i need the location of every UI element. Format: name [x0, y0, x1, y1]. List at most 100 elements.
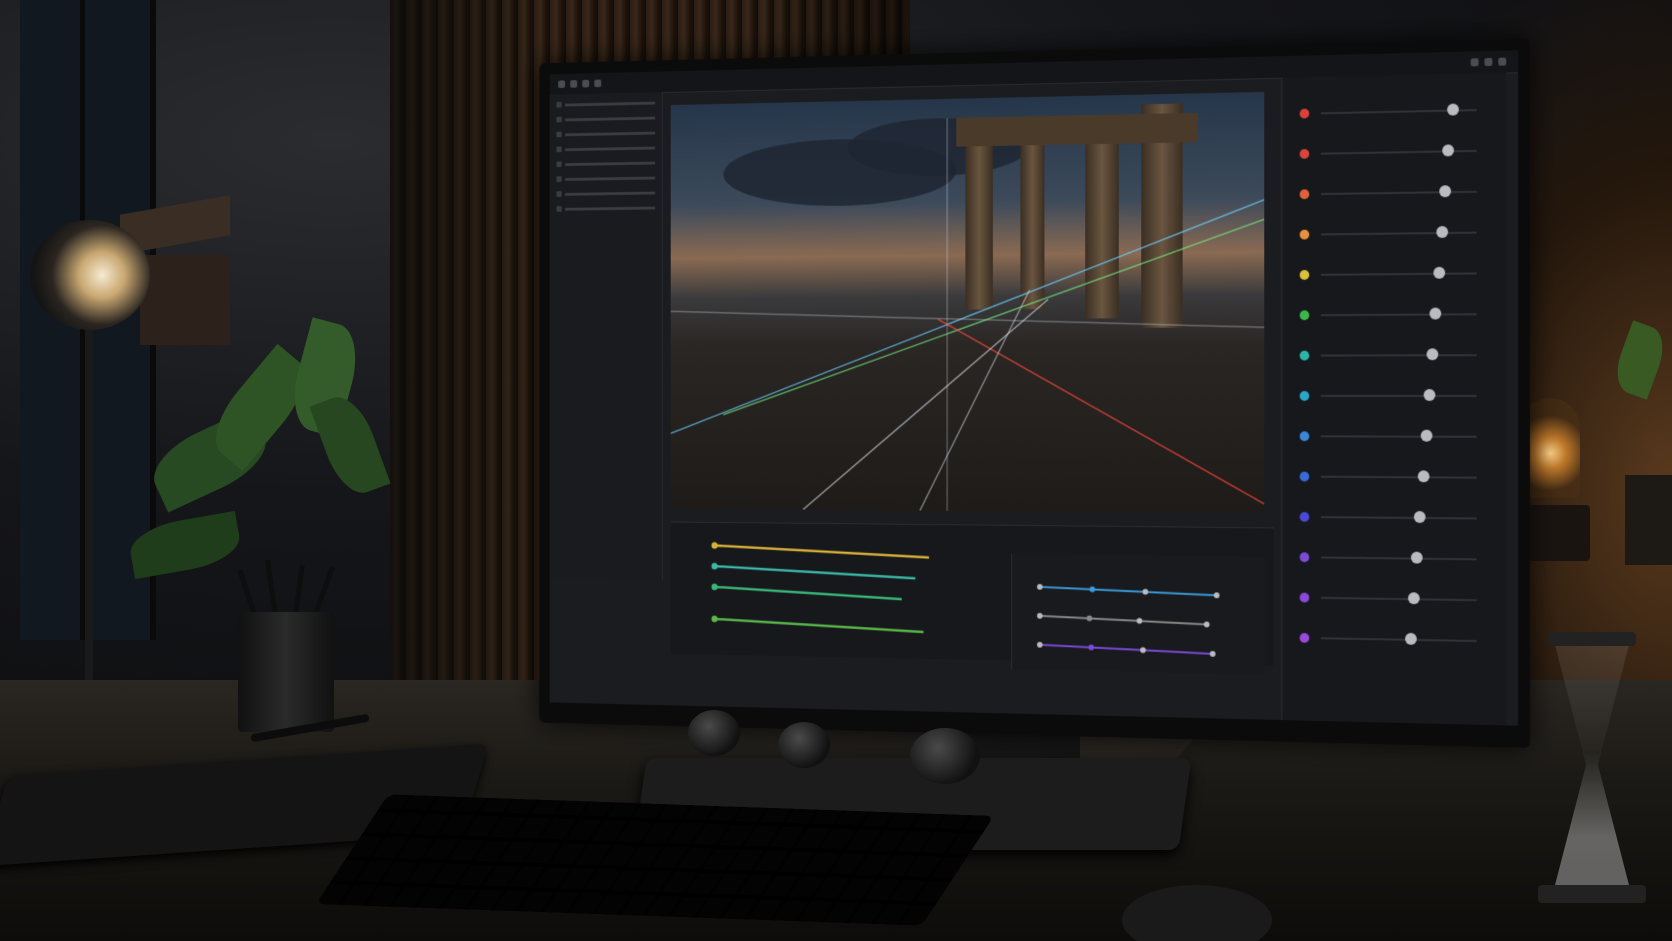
layer-icon — [556, 101, 562, 108]
layer-row[interactable] — [556, 143, 656, 154]
parameter-row[interactable] — [1299, 144, 1495, 161]
parameter-row[interactable] — [1299, 591, 1495, 608]
slider-knob[interactable] — [1414, 511, 1426, 524]
tool-icon[interactable] — [570, 80, 578, 88]
slider-track[interactable] — [1320, 596, 1477, 602]
slider-knob[interactable] — [1447, 103, 1459, 116]
hourglass-base — [1538, 885, 1646, 903]
desk-scene — [0, 0, 1672, 941]
slider-knob[interactable] — [1423, 389, 1436, 401]
maximize-icon[interactable] — [1484, 57, 1493, 67]
parameter-row[interactable] — [1299, 185, 1495, 202]
minimize-icon[interactable] — [1470, 58, 1479, 67]
slider-knob[interactable] — [1408, 592, 1420, 605]
slider-knob[interactable] — [1433, 266, 1445, 279]
color-swatch — [1299, 511, 1310, 522]
tool-icon[interactable] — [594, 79, 602, 88]
keyframe[interactable] — [711, 615, 718, 623]
slider-track[interactable] — [1320, 394, 1477, 397]
image-viewer[interactable] — [670, 91, 1265, 514]
layer-row[interactable] — [556, 173, 656, 184]
slider-knob[interactable] — [1442, 144, 1455, 157]
slider-track[interactable] — [1320, 272, 1477, 276]
color-swatch — [1299, 592, 1310, 603]
knob[interactable] — [910, 728, 980, 784]
curve-tracks[interactable] — [1012, 554, 1265, 675]
slider-track[interactable] — [1320, 190, 1477, 196]
layer-icon — [556, 161, 562, 168]
menu-icon[interactable] — [558, 80, 566, 89]
slider-knob[interactable] — [1417, 470, 1430, 483]
parameter-row[interactable] — [1299, 470, 1495, 485]
slider-track[interactable] — [1320, 435, 1477, 438]
timeline-track[interactable] — [715, 566, 916, 578]
timeline-tracks[interactable] — [671, 522, 1012, 660]
keyframe[interactable] — [1213, 592, 1220, 599]
layer-row[interactable] — [556, 188, 656, 199]
layer-row[interactable] — [556, 158, 656, 169]
parameter-row[interactable] — [1299, 631, 1495, 648]
parameter-row[interactable] — [1299, 307, 1495, 322]
color-swatch — [1299, 471, 1310, 482]
slider-track[interactable] — [1320, 313, 1477, 317]
parameter-row[interactable] — [1299, 348, 1495, 362]
layer-row[interactable] — [556, 203, 656, 214]
timeline-track[interactable] — [715, 545, 929, 557]
parameter-row[interactable] — [1299, 510, 1495, 526]
slider-knob[interactable] — [1436, 225, 1448, 239]
keyframe[interactable] — [1136, 618, 1143, 624]
light-stand-pole — [85, 330, 93, 710]
keyframe[interactable] — [1142, 588, 1149, 595]
color-swatch — [1299, 391, 1310, 401]
knob[interactable] — [778, 722, 830, 768]
color-swatch — [1299, 189, 1310, 200]
parameter-row[interactable] — [1299, 429, 1495, 443]
curve-track[interactable] — [1040, 616, 1207, 625]
keyframe[interactable] — [1037, 612, 1043, 619]
curve-track[interactable] — [1040, 587, 1217, 595]
knob[interactable] — [688, 710, 740, 756]
parameter-row[interactable] — [1299, 550, 1495, 566]
keyframe[interactable] — [1140, 647, 1146, 654]
slider-knob[interactable] — [1404, 632, 1417, 645]
slider-track[interactable] — [1320, 637, 1477, 643]
slider-knob[interactable] — [1429, 307, 1442, 320]
color-swatch — [1299, 350, 1310, 361]
slider-knob[interactable] — [1426, 348, 1439, 361]
slider-track[interactable] — [1320, 556, 1477, 561]
slider-knob[interactable] — [1420, 429, 1433, 442]
parameter-row[interactable] — [1299, 389, 1495, 403]
slider-track[interactable] — [1320, 354, 1477, 357]
keyframe[interactable] — [1203, 621, 1210, 628]
layer-icon — [556, 116, 562, 123]
layer-row[interactable] — [556, 98, 656, 110]
slider-knob[interactable] — [1411, 551, 1423, 564]
keyframe[interactable] — [1037, 583, 1043, 590]
plant-pot — [1625, 475, 1672, 565]
timeline-track[interactable] — [715, 619, 924, 632]
parameter-row[interactable] — [1299, 266, 1495, 282]
parameter-row[interactable] — [1299, 103, 1495, 121]
layer-row[interactable] — [556, 113, 656, 124]
slider-track[interactable] — [1320, 475, 1477, 479]
slider-track[interactable] — [1320, 231, 1477, 236]
layer-row[interactable] — [556, 128, 656, 139]
parameter-row[interactable] — [1299, 225, 1495, 241]
keyframe[interactable] — [711, 583, 718, 591]
keyframe[interactable] — [1089, 586, 1096, 593]
color-swatch — [1299, 229, 1310, 240]
keyframe[interactable] — [1209, 650, 1216, 657]
color-swatch — [1299, 552, 1310, 563]
keyframe[interactable] — [1037, 641, 1043, 648]
color-swatch — [1299, 269, 1310, 280]
keyframe[interactable] — [711, 542, 718, 549]
timeline-track[interactable] — [715, 587, 902, 599]
keyframe[interactable] — [711, 562, 718, 570]
curve-track[interactable] — [1040, 645, 1213, 654]
tool-icon[interactable] — [582, 79, 590, 88]
slider-knob[interactable] — [1439, 185, 1452, 198]
keyframe[interactable] — [1088, 644, 1094, 651]
slider-track[interactable] — [1320, 516, 1477, 520]
keyframe[interactable] — [1086, 615, 1093, 622]
close-icon[interactable] — [1498, 57, 1507, 66]
